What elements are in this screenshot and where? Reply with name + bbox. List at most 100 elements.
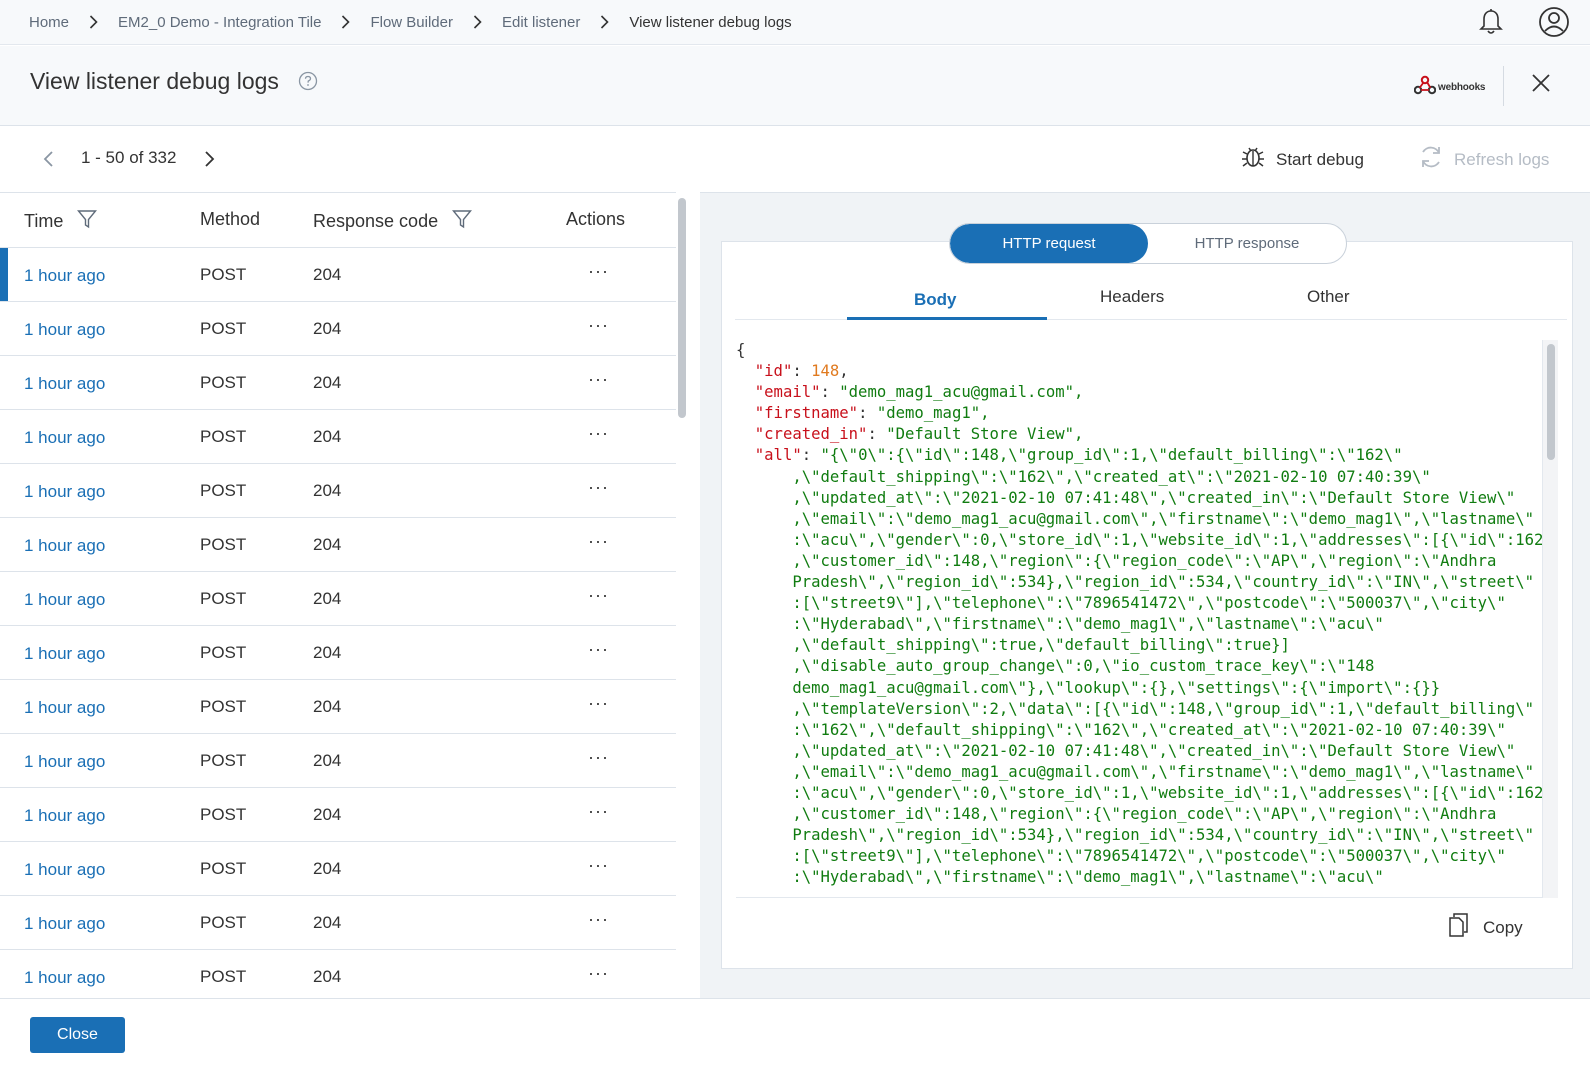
table-row[interactable]: 1 hour ago POST 204 ··· — [0, 950, 680, 998]
user-avatar-icon[interactable] — [1538, 6, 1570, 38]
time-link[interactable]: 1 hour ago — [24, 860, 105, 880]
time-link[interactable]: 1 hour ago — [24, 968, 105, 988]
more-actions-icon[interactable]: ··· — [588, 747, 609, 768]
scrollbar-thumb[interactable] — [1547, 344, 1555, 460]
method-cell: POST — [200, 967, 247, 986]
code-viewer[interactable]: { "id": 148, "email": "demo_mag1_acu@gma… — [736, 340, 1552, 898]
breadcrumb: Home EM2_0 Demo - Integration Tile Flow … — [0, 14, 792, 31]
filter-icon[interactable] — [77, 209, 98, 234]
start-debug-button[interactable]: Start debug — [1240, 144, 1364, 175]
page-range: 1 - 50 of 332 — [81, 148, 177, 167]
scrollbar-thumb[interactable] — [678, 198, 686, 418]
table-row[interactable]: 1 hour ago POST 204 ··· — [0, 572, 680, 626]
more-actions-icon[interactable]: ··· — [588, 639, 609, 660]
more-actions-icon[interactable]: ··· — [588, 963, 609, 984]
table-body: 1 hour ago POST 204 ··· 1 hour ago POST 204 ···… — [0, 248, 680, 998]
time-link[interactable]: 1 hour ago — [24, 266, 105, 286]
table-row[interactable]: 1 hour ago POST 204 ··· — [0, 788, 680, 842]
more-actions-icon[interactable]: ··· — [588, 423, 609, 444]
chevron-right-icon — [89, 15, 98, 29]
breadcrumb-flow-builder[interactable]: Flow Builder — [370, 14, 453, 31]
tab-body[interactable]: Body — [914, 290, 957, 310]
top-bar: Home EM2_0 Demo - Integration Tile Flow … — [0, 0, 1590, 45]
time-link[interactable]: 1 hour ago — [24, 590, 105, 610]
method-cell: POST — [200, 319, 247, 338]
pager-bar: 1 - 50 of 332 Start debug Refresh logs — [0, 127, 1590, 191]
time-link[interactable]: 1 hour ago — [24, 698, 105, 718]
breadcrumb-edit-listener[interactable]: Edit listener — [502, 14, 580, 31]
response-code-cell: 204 — [313, 535, 342, 554]
table-row[interactable]: 1 hour ago POST 204 ··· — [0, 626, 680, 680]
filter-icon[interactable] — [452, 209, 473, 234]
method-cell: POST — [200, 481, 247, 500]
toggle-http-request[interactable]: HTTP request — [950, 224, 1148, 263]
code-scrollbar[interactable] — [1542, 340, 1558, 898]
time-link[interactable]: 1 hour ago — [24, 428, 105, 448]
method-cell: POST — [200, 427, 247, 446]
table-row[interactable]: 1 hour ago POST 204 ··· — [0, 896, 680, 950]
copy-button[interactable]: Copy — [1447, 912, 1523, 943]
table-scrollbar[interactable] — [676, 192, 690, 998]
method-cell: POST — [200, 535, 247, 554]
chevron-right-icon[interactable] — [204, 150, 216, 173]
detail-tabs: Body Headers Other — [735, 280, 1567, 320]
response-code-cell: 204 — [313, 265, 342, 284]
refresh-icon — [1418, 144, 1444, 175]
table-row[interactable]: 1 hour ago POST 204 ··· — [0, 842, 680, 896]
json-body: { "id": 148, "email": "demo_mag1_acu@gma… — [736, 341, 1544, 887]
drawer-footer: Close — [0, 998, 1590, 1078]
tab-other[interactable]: Other — [1307, 287, 1350, 307]
chevron-right-icon — [600, 15, 609, 29]
table-row[interactable]: 1 hour ago POST 204 ··· — [0, 734, 680, 788]
breadcrumb-home[interactable]: Home — [29, 14, 69, 31]
more-actions-icon[interactable]: ··· — [588, 369, 609, 390]
table-row[interactable]: 1 hour ago POST 204 ··· — [0, 680, 680, 734]
more-actions-icon[interactable]: ··· — [588, 909, 609, 930]
more-actions-icon[interactable]: ··· — [588, 477, 609, 498]
more-actions-icon[interactable]: ··· — [588, 693, 609, 714]
table-row[interactable]: 1 hour ago POST 204 ··· — [0, 302, 680, 356]
time-link[interactable]: 1 hour ago — [24, 752, 105, 772]
more-actions-icon[interactable]: ··· — [588, 531, 609, 552]
table-row[interactable]: 1 hour ago POST 204 ··· — [0, 464, 680, 518]
close-button[interactable]: Close — [30, 1017, 125, 1053]
table-row[interactable]: 1 hour ago POST 204 ··· — [0, 518, 680, 572]
time-link[interactable]: 1 hour ago — [24, 482, 105, 502]
page-title: View listener debug logs — [30, 68, 279, 94]
response-code-cell: 204 — [313, 859, 342, 878]
response-code-cell: 204 — [313, 319, 342, 338]
time-link[interactable]: 1 hour ago — [24, 320, 105, 340]
table-row[interactable]: 1 hour ago POST 204 ··· — [0, 248, 680, 302]
time-link[interactable]: 1 hour ago — [24, 374, 105, 394]
time-link[interactable]: 1 hour ago — [24, 644, 105, 664]
tab-headers[interactable]: Headers — [1100, 287, 1164, 307]
refresh-logs-label: Refresh logs — [1454, 149, 1550, 169]
chevron-left-icon[interactable] — [42, 150, 54, 173]
chevron-right-icon — [341, 15, 351, 29]
time-link[interactable]: 1 hour ago — [24, 914, 105, 934]
table-row[interactable]: 1 hour ago POST 204 ··· — [0, 410, 680, 464]
time-link[interactable]: 1 hour ago — [24, 806, 105, 826]
response-code-cell: 204 — [313, 481, 342, 500]
question-circle-icon[interactable] — [298, 71, 318, 96]
logs-table: Time Method Response code Actions 1 hour… — [0, 192, 680, 998]
more-actions-icon[interactable]: ··· — [588, 261, 609, 282]
more-actions-icon[interactable]: ··· — [588, 315, 609, 336]
more-actions-icon[interactable]: ··· — [588, 801, 609, 822]
webhooks-logo-text: webhooks — [1438, 82, 1486, 93]
more-actions-icon[interactable]: ··· — [588, 585, 609, 606]
column-header-response-code[interactable]: Response code — [313, 209, 473, 234]
column-label-actions: Actions — [566, 209, 626, 229]
table-row[interactable]: 1 hour ago POST 204 ··· — [0, 356, 680, 410]
column-header-time[interactable]: Time — [24, 209, 98, 234]
toggle-http-response[interactable]: HTTP response — [1148, 224, 1346, 263]
response-code-cell: 204 — [313, 751, 342, 770]
time-link[interactable]: 1 hour ago — [24, 536, 105, 556]
bell-icon[interactable] — [1478, 8, 1504, 36]
refresh-logs-button[interactable]: Refresh logs — [1418, 144, 1549, 175]
column-label-response-code: Response code — [313, 211, 439, 231]
breadcrumb-integration[interactable]: EM2_0 Demo - Integration Tile — [118, 14, 321, 31]
column-label-time: Time — [24, 211, 64, 231]
more-actions-icon[interactable]: ··· — [588, 855, 609, 876]
close-icon[interactable] — [1532, 74, 1550, 97]
